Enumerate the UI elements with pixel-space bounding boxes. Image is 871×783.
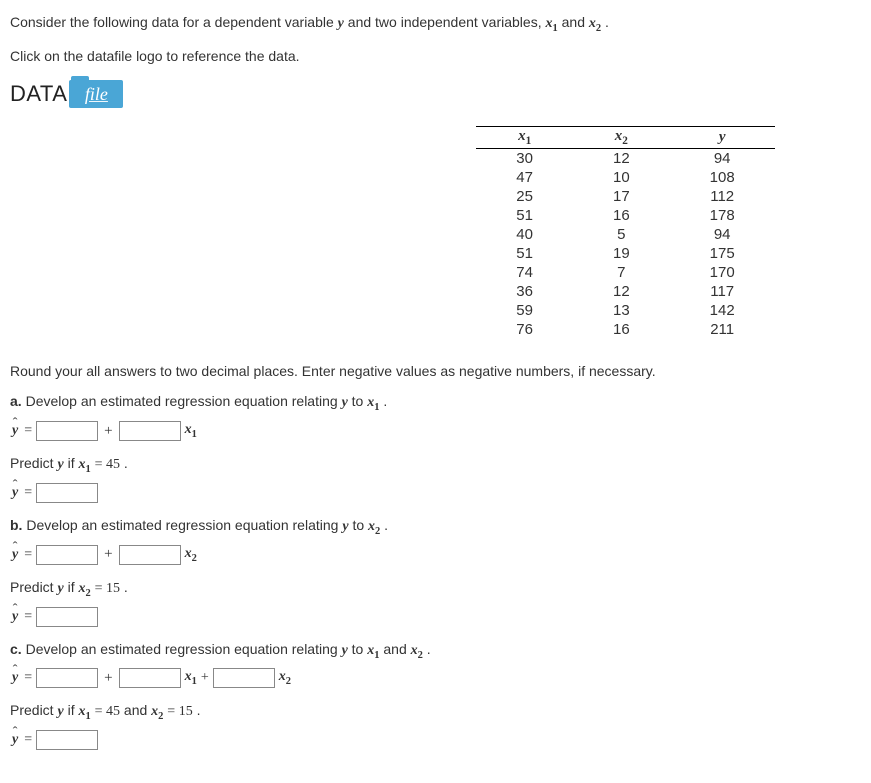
yhat-symbol: y [10, 485, 20, 501]
cell-x2: 16 [573, 206, 670, 225]
cell-x1: 51 [476, 244, 573, 263]
folder-icon: file [69, 80, 123, 108]
datafile-logo[interactable]: DATA file [10, 80, 123, 108]
intro-text: Consider the following data for a depend… [10, 14, 338, 30]
cell-y: 94 [670, 225, 775, 244]
part-c-predict-prompt: Predict y if x1 = 45 and x2 = 15 . [10, 702, 861, 722]
table-header-row: x1 x2 y [476, 127, 774, 149]
cell-x1: 36 [476, 282, 573, 301]
cell-y: 178 [670, 206, 775, 225]
datafile-data-text: DATA [10, 81, 67, 107]
cell-x2: 12 [573, 149, 670, 169]
cell-y: 112 [670, 187, 775, 206]
cell-x2: 19 [573, 244, 670, 263]
rounding-instruction: Round your all answers to two decimal pl… [10, 363, 861, 379]
intro-line-1: Consider the following data for a depend… [10, 12, 861, 36]
part-a-equation: y = + x1 [10, 421, 861, 441]
yhat-symbol: y [10, 670, 20, 686]
table-row: 5116178 [476, 206, 774, 225]
yhat-symbol: y [10, 547, 20, 563]
cell-y: 175 [670, 244, 775, 263]
var-y: y [338, 16, 344, 31]
cell-x1: 59 [476, 301, 573, 320]
table-row: 2517112 [476, 187, 774, 206]
c-predict-input[interactable] [36, 730, 98, 750]
intro-text: and two independent variables, [348, 14, 546, 30]
cell-x1: 40 [476, 225, 573, 244]
intro-line-2: Click on the datafile logo to reference … [10, 46, 861, 66]
cell-y: 108 [670, 168, 775, 187]
table-row: 747170 [476, 263, 774, 282]
cell-y: 94 [670, 149, 775, 169]
b-intercept-input[interactable] [36, 545, 98, 565]
c-b1-input[interactable] [119, 668, 181, 688]
part-a-prompt: a. Develop an estimated regression equat… [10, 393, 861, 413]
table-row: 40594 [476, 225, 774, 244]
cell-x1: 74 [476, 263, 573, 282]
var-x1: x1 [545, 16, 557, 31]
yhat-symbol: y [10, 609, 20, 625]
yhat-symbol: y [10, 423, 20, 439]
data-table: x1 x2 y 30129447101082517112511617840594… [476, 126, 774, 339]
cell-x2: 5 [573, 225, 670, 244]
table-row: 4710108 [476, 168, 774, 187]
intro-text: and [562, 14, 589, 30]
cell-x2: 10 [573, 168, 670, 187]
yhat-symbol: y [10, 732, 20, 748]
c-b2-input[interactable] [213, 668, 275, 688]
part-b-predict-eq: y = [10, 607, 861, 627]
term-x1: x1 [185, 422, 197, 440]
table-row: 5119175 [476, 244, 774, 263]
table-row: 301294 [476, 149, 774, 169]
term-x2: x2 [185, 546, 197, 564]
table-row: 7616211 [476, 320, 774, 339]
cell-y: 142 [670, 301, 775, 320]
part-a-predict-prompt: Predict y if x1 = 45 . [10, 455, 861, 475]
cell-x2: 7 [573, 263, 670, 282]
part-c-label: c. [10, 641, 22, 657]
var-x2: x2 [589, 16, 601, 31]
a-predict-input[interactable] [36, 483, 98, 503]
term-x1: x1 [185, 669, 197, 687]
b-slope-input[interactable] [119, 545, 181, 565]
part-c-equation: y = + x1 + x2 [10, 668, 861, 688]
col-header-x1: x1 [476, 127, 573, 149]
part-b-equation: y = + x2 [10, 545, 861, 565]
cell-y: 117 [670, 282, 775, 301]
part-b-label: b. [10, 517, 22, 533]
table-row: 5913142 [476, 301, 774, 320]
part-b-prompt: b. Develop an estimated regression equat… [10, 517, 861, 537]
part-c-predict-eq: y = [10, 730, 861, 750]
cell-x1: 47 [476, 168, 573, 187]
cell-x2: 13 [573, 301, 670, 320]
part-c-prompt: c. Develop an estimated regression equat… [10, 641, 861, 661]
cell-x1: 30 [476, 149, 573, 169]
part-b-predict-prompt: Predict y if x2 = 15 . [10, 579, 861, 599]
datafile-file-text: file [85, 84, 108, 105]
col-header-y: y [670, 127, 775, 149]
a-slope-input[interactable] [119, 421, 181, 441]
cell-x1: 51 [476, 206, 573, 225]
table-row: 3612117 [476, 282, 774, 301]
a-intercept-input[interactable] [36, 421, 98, 441]
cell-x2: 17 [573, 187, 670, 206]
term-x2: x2 [279, 669, 291, 687]
cell-x2: 12 [573, 282, 670, 301]
part-a-predict-eq: y = [10, 483, 861, 503]
b-predict-input[interactable] [36, 607, 98, 627]
col-header-x2: x2 [573, 127, 670, 149]
data-table-wrap: x1 x2 y 30129447101082517112511617840594… [390, 126, 861, 339]
c-intercept-input[interactable] [36, 668, 98, 688]
cell-x2: 16 [573, 320, 670, 339]
part-a-label: a. [10, 393, 22, 409]
cell-x1: 25 [476, 187, 573, 206]
intro-text: . [605, 14, 609, 30]
cell-x1: 76 [476, 320, 573, 339]
cell-y: 211 [670, 320, 775, 339]
cell-y: 170 [670, 263, 775, 282]
